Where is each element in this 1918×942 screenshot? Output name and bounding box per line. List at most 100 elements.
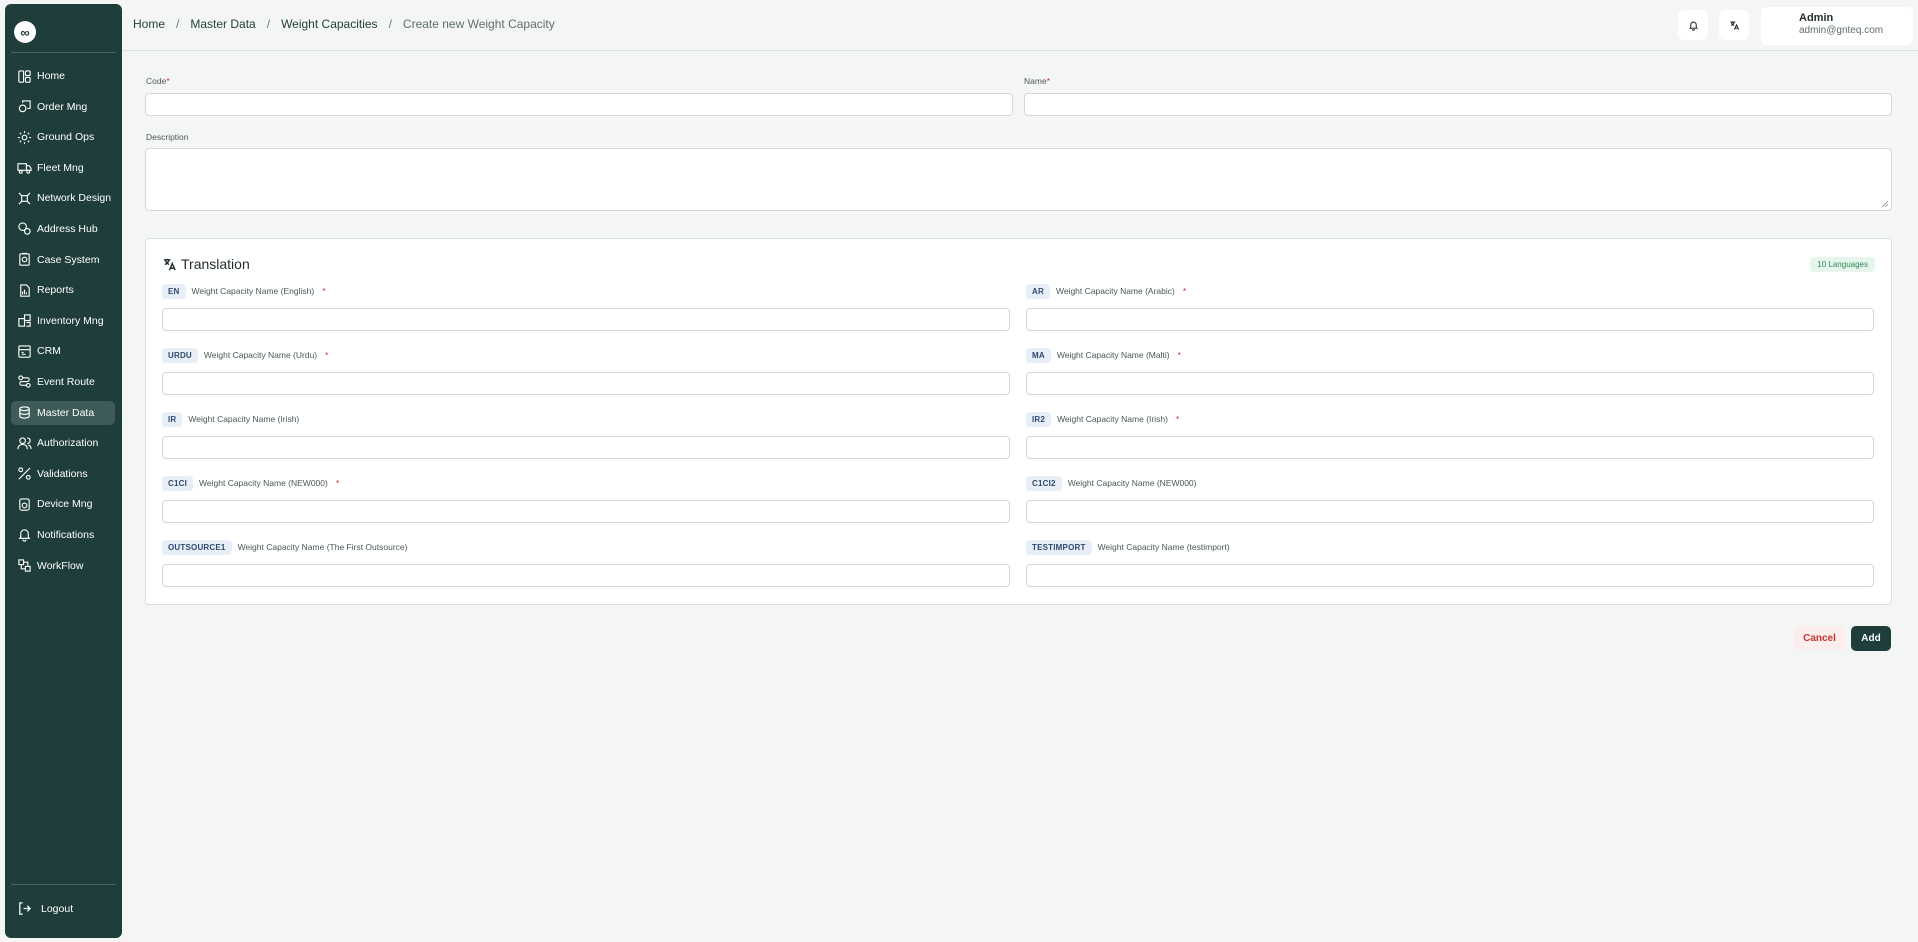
truck-icon [17, 160, 32, 175]
description-label: Description [146, 132, 189, 142]
translation-input-c1ci[interactable] [162, 500, 1010, 523]
language-code-chip: OUTSOURCE1 [162, 539, 232, 555]
translation-input-ir2[interactable] [1026, 436, 1874, 459]
required-mark: * [335, 478, 340, 488]
sidebar-item-fleet-mng[interactable]: Fleet Mng [11, 156, 115, 180]
sidebar-item-label: Event Route [37, 375, 95, 388]
translation-field-label: C1CI Weight Capacity Name (NEW000) * [162, 475, 339, 491]
sidebar-item-reports[interactable]: Reports [11, 278, 115, 302]
translation-input-outsource1[interactable] [162, 564, 1010, 587]
sidebar-item-network-design[interactable]: Network Design [11, 186, 115, 210]
user-name: Admin [1799, 12, 1834, 24]
translation-field-label: URDU Weight Capacity Name (Urdu) * [162, 347, 328, 363]
translate-icon [1729, 20, 1739, 30]
code-label: Code* [146, 76, 170, 86]
validation-icon [17, 466, 32, 481]
translation-field-label-text: Weight Capacity Name (Irish) [1057, 414, 1168, 424]
sidebar-item-label: Master Data [37, 406, 95, 419]
code-input[interactable] [145, 93, 1013, 116]
sidebar-item-crm[interactable]: CRM [11, 339, 115, 363]
sidebar-divider [11, 884, 116, 885]
sidebar-item-label: Notifications [37, 528, 95, 541]
logout-button[interactable]: Logout [17, 901, 73, 916]
sidebar-item-label: CRM [37, 345, 61, 358]
sidebar-item-order-mng[interactable]: Order Mng [11, 95, 115, 119]
translation-input-urdu[interactable] [162, 372, 1010, 395]
required-mark: * [322, 286, 326, 296]
translation-field-label-text: Weight Capacity Name (Urdu) [203, 350, 318, 360]
sidebar-item-label: Authorization [37, 437, 99, 450]
sidebar-item-address-hub[interactable]: Address Hub [11, 217, 115, 241]
sidebar-item-authorization[interactable]: Authorization [11, 431, 115, 455]
description-textarea[interactable] [145, 148, 1892, 211]
sidebar-item-label: WorkFlow [37, 559, 84, 572]
sidebar: ∞ Home Order Mng Ground Ops Fleet Mng Networ… [5, 4, 122, 938]
notifications-button[interactable] [1678, 10, 1708, 40]
add-button[interactable]: Add [1851, 626, 1891, 651]
sidebar-item-label: Reports [37, 284, 74, 297]
translation-field-label-text: Weight Capacity Name (NEW000) [199, 478, 328, 488]
translation-input-ir[interactable] [162, 436, 1010, 459]
translation-field-label: TESTIMPORT Weight Capacity Name (testimpo… [1026, 539, 1238, 555]
breadcrumb-weight-capacities[interactable]: Weight Capacities [281, 17, 378, 31]
sidebar-item-inventory-mng[interactable]: Inventory Mng [11, 309, 115, 333]
resize-grip-icon[interactable] [1882, 201, 1888, 207]
top-header: Home / Master Data / Weight Capacities /… [122, 0, 1918, 51]
sidebar-item-label: Validations [37, 467, 88, 480]
sidebar-item-label: Home [37, 70, 66, 82]
home-icon [17, 69, 32, 84]
translation-field-label: EN Weight Capacity Name (English) * [162, 283, 326, 299]
translation-field-label: OUTSOURCE1 Weight Capacity Name (The Firs… [162, 539, 415, 555]
app-logo[interactable]: ∞ [14, 21, 36, 43]
sidebar-divider [11, 52, 116, 53]
logout-label: Logout [41, 902, 74, 915]
translation-input-ar[interactable] [1026, 308, 1874, 331]
translation-input-ma[interactable] [1026, 372, 1874, 395]
sidebar-item-label: Network Design [37, 192, 112, 205]
translation-field-label: AR Weight Capacity Name (Arabic) * [1026, 283, 1186, 299]
sidebar-item-event-route[interactable]: Event Route [11, 370, 115, 394]
address-icon [17, 221, 32, 236]
language-code-chip: AR [1026, 283, 1050, 299]
user-menu[interactable]: Admin admin@gnteq.com [1761, 7, 1913, 45]
translation-field-label: C1CI2 Weight Capacity Name (NEW000) [1026, 475, 1205, 491]
translation-card: Translation 10 Languages EN Weight Capaci… [145, 238, 1892, 605]
breadcrumb-master-data[interactable]: Master Data [190, 17, 255, 31]
sidebar-item-case-system[interactable]: Case System [11, 248, 115, 272]
name-input[interactable] [1024, 93, 1892, 116]
translation-field-label: MA Weight Capacity Name (Malti) * [1026, 347, 1181, 363]
translation-field-outsource1: OUTSOURCE1 Weight Capacity Name (The Firs… [162, 539, 1010, 587]
translation-field-urdu: URDU Weight Capacity Name (Urdu) * [162, 347, 1010, 395]
required-mark: * [325, 350, 329, 360]
language-code-chip: TESTIMPORT [1026, 539, 1092, 555]
language-button[interactable] [1719, 10, 1749, 40]
translation-field-en: EN Weight Capacity Name (English) * [162, 283, 1010, 331]
sidebar-item-device-mng[interactable]: Device Mng [11, 492, 115, 516]
translation-field-label-text: Weight Capacity Name (Irish) [188, 414, 300, 424]
users-icon [17, 436, 32, 451]
bell-icon [17, 527, 32, 542]
language-code-chip: URDU [162, 347, 198, 363]
sidebar-item-validations[interactable]: Validations [11, 462, 115, 486]
sidebar-item-workflow[interactable]: WorkFlow [11, 554, 115, 578]
device-icon [17, 497, 32, 512]
cancel-button[interactable]: Cancel [1794, 626, 1845, 650]
translation-input-c1ci2[interactable] [1026, 500, 1874, 523]
required-mark: * [1182, 286, 1187, 296]
network-icon [17, 191, 32, 206]
sidebar-item-master-data[interactable]: Master Data [11, 400, 115, 425]
route-icon [17, 374, 32, 389]
sidebar-item-home[interactable]: Home [11, 64, 115, 88]
translation-field-ar: AR Weight Capacity Name (Arabic) * [1026, 283, 1874, 331]
bell-icon [1688, 21, 1698, 31]
user-email: admin@gnteq.com [1799, 25, 1884, 36]
breadcrumb-home[interactable]: Home [133, 17, 165, 31]
translation-field-ir: IR Weight Capacity Name (Irish) [162, 411, 1010, 459]
sidebar-item-notifications[interactable]: Notifications [11, 523, 115, 547]
report-icon [17, 283, 32, 298]
translation-input-en[interactable] [162, 308, 1010, 331]
crm-icon [17, 344, 32, 359]
language-code-chip: C1CI [162, 475, 194, 491]
translation-input-testimport[interactable] [1026, 564, 1874, 587]
sidebar-item-ground-ops[interactable]: Ground Ops [11, 125, 115, 149]
